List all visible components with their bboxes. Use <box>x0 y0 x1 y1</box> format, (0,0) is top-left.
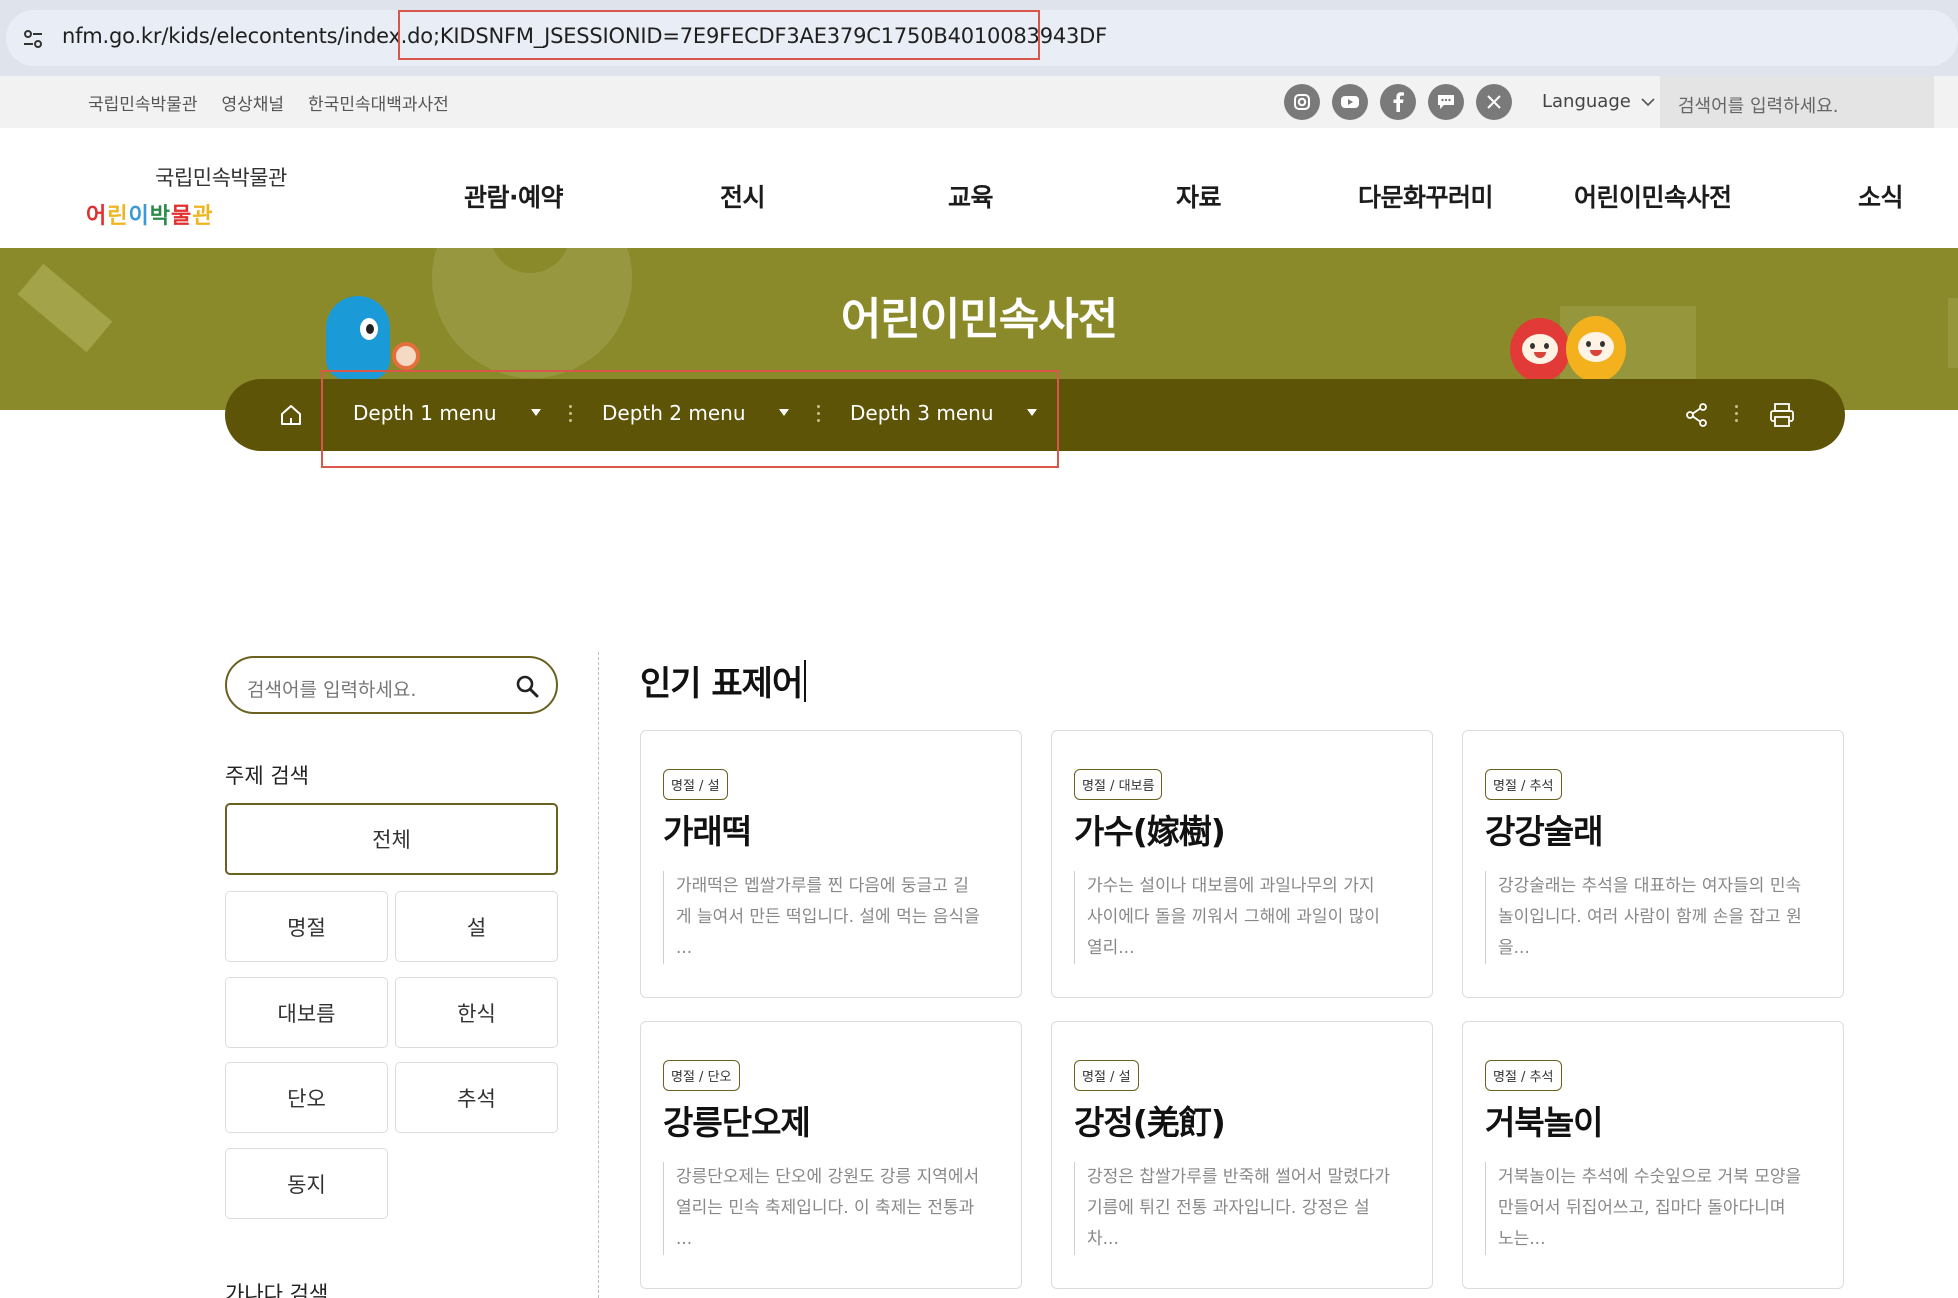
term-description: 가수는 설이나 대보름에 과일나무의 가지 사이에다 돌을 끼워서 그해에 과일… <box>1074 871 1394 964</box>
term-category-tag: 명절 / 단오 <box>663 1060 740 1091</box>
term-description: 거북놀이는 추석에 수숫잎으로 거북 모양을 만들어서 뒤집어쓰고, 집마다 돌… <box>1485 1162 1805 1255</box>
nav-item-education[interactable]: 교육 <box>948 178 994 214</box>
term-description: 강릉단오제는 단오에 강원도 강릉 지역에서 열리는 민속 축제입니다. 이 축… <box>663 1162 983 1255</box>
language-label: Language <box>1542 91 1631 112</box>
term-category-tag: 명절 / 추석 <box>1485 1060 1562 1091</box>
popular-terms-heading: 인기 표제어 <box>640 656 807 705</box>
term-category-tag: 명절 / 설 <box>663 769 728 800</box>
print-icon[interactable] <box>1767 401 1797 429</box>
nav-item-resources[interactable]: 자료 <box>1176 178 1222 214</box>
separator-dots <box>1735 405 1739 423</box>
x-icon[interactable] <box>1476 84 1512 120</box>
text-cursor <box>804 659 807 702</box>
sidebar-search-input[interactable]: 검색어를 입력하세요. <box>225 656 558 714</box>
site-logo[interactable]: 국립민속박물관 어린이박물관 <box>86 162 356 230</box>
category-chuseok-button[interactable]: 추석 <box>395 1062 558 1133</box>
term-description: 가래떡은 멥쌀가루를 찐 다음에 둥글고 길게 늘여서 만든 떡입니다. 설에 … <box>663 871 983 964</box>
term-card[interactable]: 명절 / 추석 강강술래 강강술래는 추석을 대표하는 여자들의 민속놀이입니다… <box>1462 730 1844 998</box>
mascot-red-character <box>1510 318 1570 382</box>
util-link-museum[interactable]: 국립민속박물관 <box>88 90 197 115</box>
social-links <box>1284 84 1512 120</box>
youtube-icon[interactable] <box>1332 84 1368 120</box>
topic-search-heading: 주제 검색 <box>225 764 309 788</box>
home-icon[interactable] <box>277 401 305 429</box>
logo-letter: 린 <box>107 204 129 229</box>
utility-bar: 국립민속박물관 영상채널 한국민속대백과사전 Language 검색어를 입력하… <box>0 76 1958 128</box>
sidebar-divider <box>598 652 599 1298</box>
category-daeboreum-button[interactable]: 대보름 <box>225 977 388 1048</box>
term-card[interactable]: 명절 / 설 강정(羌飣) 강정은 찹쌀가루를 반죽해 썰어서 말렸다가 기름에… <box>1051 1021 1433 1289</box>
mascot-yellow-character <box>1566 316 1626 382</box>
term-card[interactable]: 명절 / 단오 강릉단오제 강릉단오제는 단오에 강원도 강릉 지역에서 열리는… <box>640 1021 1022 1289</box>
nav-item-visit[interactable]: 관람·예약 <box>464 178 564 214</box>
util-link-encyclopedia[interactable]: 한국민속대백과사전 <box>308 90 449 115</box>
nav-item-dictionary[interactable]: 어린이민속사전 <box>1574 178 1732 214</box>
popular-terms-title: 인기 표제어 <box>640 664 803 704</box>
logo-letter: 박 <box>149 204 171 229</box>
magnifier-icon <box>392 342 420 370</box>
logo-kids-text: 어린이박물관 <box>86 198 214 230</box>
category-dano-button[interactable]: 단오 <box>225 1062 388 1133</box>
site-settings-icon[interactable] <box>20 26 46 52</box>
utility-links: 국립민속박물관 영상채널 한국민속대백과사전 <box>88 90 449 115</box>
search-placeholder: 검색어를 입력하세요. <box>247 679 417 701</box>
logo-letter: 물 <box>171 204 193 229</box>
term-card[interactable]: 명절 / 추석 거북놀이 거북놀이는 추석에 수숫잎으로 거북 모양을 만들어서… <box>1462 1021 1844 1289</box>
nav-item-multicultural[interactable]: 다문화꾸러미 <box>1358 178 1494 214</box>
search-icon[interactable] <box>514 673 540 699</box>
category-hansik-button[interactable]: 한식 <box>395 977 558 1048</box>
term-description: 강강술래는 추석을 대표하는 여자들의 민속놀이입니다. 여러 사람이 함께 손… <box>1485 871 1805 964</box>
mascot-blue-character <box>326 296 390 380</box>
instagram-icon[interactable] <box>1284 84 1320 120</box>
top-search-input[interactable]: 검색어를 입력하세요. <box>1660 76 1934 128</box>
term-card[interactable]: 명절 / 설 가래떡 가래떡은 멥쌀가루를 찐 다음에 둥글고 길게 늘여서 만… <box>640 730 1022 998</box>
session-id-highlight <box>398 10 1040 60</box>
term-title: 강릉단오제 <box>663 1103 811 1142</box>
term-category-tag: 명절 / 추석 <box>1485 769 1562 800</box>
term-card[interactable]: 명절 / 대보름 가수(嫁樹) 가수는 설이나 대보름에 과일나무의 가지 사이… <box>1051 730 1433 998</box>
logo-letter: 이 <box>128 204 150 229</box>
category-dongji-button[interactable]: 동지 <box>225 1148 388 1219</box>
term-title: 거북놀이 <box>1485 1103 1603 1142</box>
language-selector[interactable]: Language <box>1542 91 1655 112</box>
logo-letter: 관 <box>192 204 214 229</box>
logo-kids-museum: 어린이박물관 <box>86 198 356 230</box>
nav-item-exhibition[interactable]: 전시 <box>720 178 766 214</box>
category-all-button[interactable]: 전체 <box>225 803 558 875</box>
term-title: 강정(羌飣) <box>1074 1103 1226 1142</box>
term-title: 가수(嫁樹) <box>1074 812 1226 851</box>
term-category-tag: 명절 / 대보름 <box>1074 769 1163 800</box>
chat-icon[interactable] <box>1428 84 1464 120</box>
util-link-video[interactable]: 영상채널 <box>221 90 284 115</box>
facebook-icon[interactable] <box>1380 84 1416 120</box>
site-header: 국립민속박물관 어린이박물관 관람·예약 전시 교육 자료 다문화꾸러미 어린이… <box>0 128 1958 248</box>
term-description: 강정은 찹쌀가루를 반죽해 썰어서 말렸다가 기름에 튀긴 전통 과자입니다. … <box>1074 1162 1394 1255</box>
share-icon[interactable] <box>1683 401 1711 429</box>
logo-letter: 어 <box>86 204 108 229</box>
term-title: 가래떡 <box>663 812 752 851</box>
term-category-tag: 명절 / 설 <box>1074 1060 1139 1091</box>
breadcrumb-depth-highlight <box>321 370 1059 468</box>
category-seol-button[interactable]: 설 <box>395 891 558 962</box>
url-base: nfm.go.kr/kids/elecontents/index.do <box>62 24 433 48</box>
logo-museum-name: 국립민속박물관 <box>155 166 287 190</box>
page-title: 어린이민속사전 <box>840 294 1118 345</box>
term-title: 강강술래 <box>1485 812 1603 851</box>
category-holiday-button[interactable]: 명절 <box>225 891 388 962</box>
nav-item-news[interactable]: 소식 <box>1858 178 1904 214</box>
alphabet-search-heading: 가나다 검색 <box>225 1282 329 1298</box>
chevron-down-icon <box>1641 97 1655 106</box>
